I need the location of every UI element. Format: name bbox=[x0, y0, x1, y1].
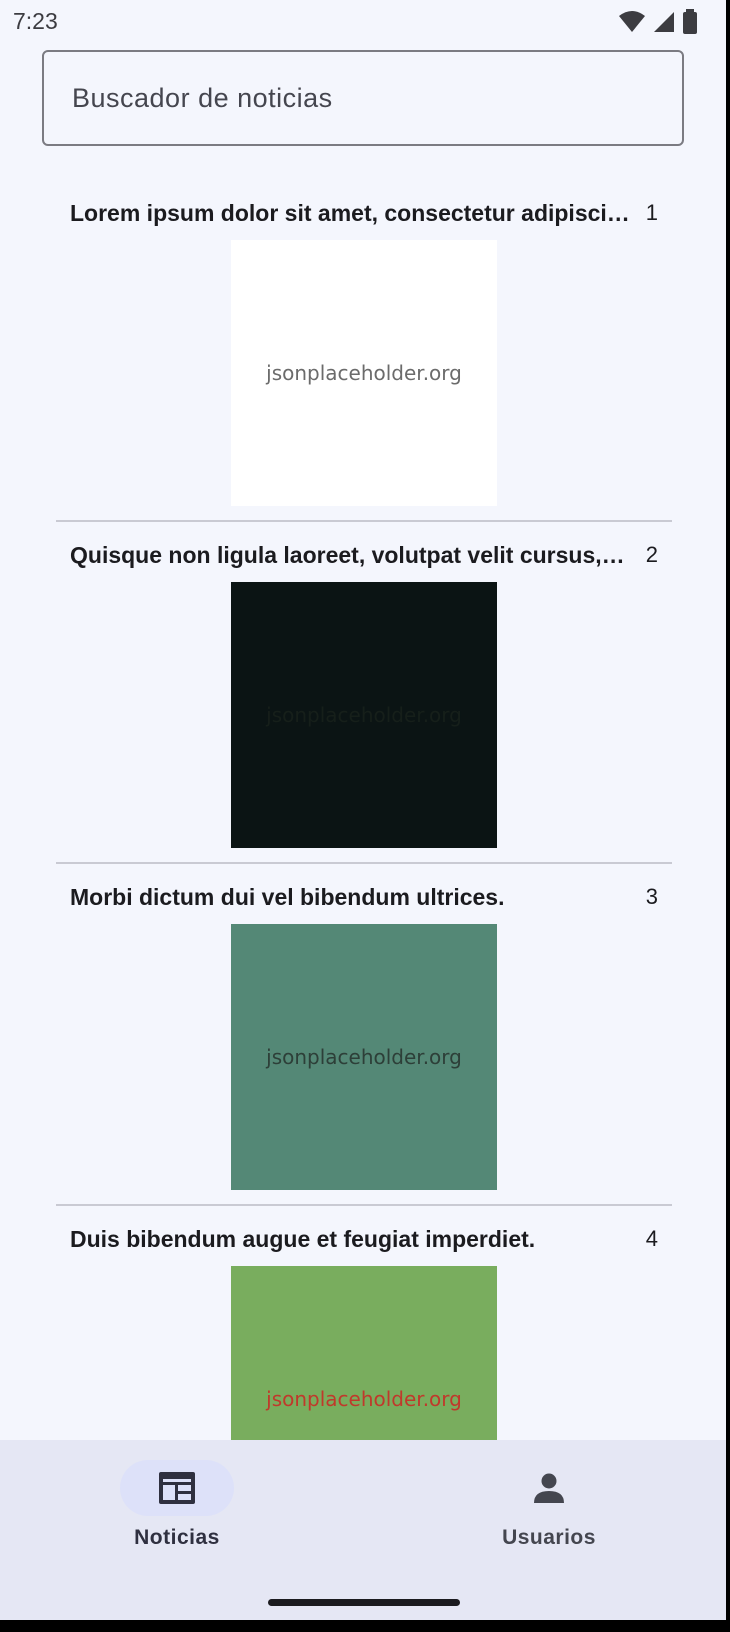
news-image[interactable]: jsonplaceholder.org bbox=[231, 924, 497, 1190]
search-input[interactable] bbox=[44, 52, 682, 144]
news-image-text: jsonplaceholder.org bbox=[266, 1045, 462, 1069]
nav-item-usuarios[interactable]: Usuarios bbox=[449, 1460, 649, 1550]
news-image[interactable]: jsonplaceholder.org bbox=[231, 582, 497, 848]
nav-label-usuarios: Usuarios bbox=[502, 1526, 596, 1549]
news-title: Quisque non ligula laoreet, volutpat vel… bbox=[70, 542, 630, 568]
nav-label-noticias: Noticias bbox=[134, 1526, 220, 1549]
news-image-text: jsonplaceholder.org bbox=[266, 1387, 462, 1411]
news-number: 2 bbox=[645, 542, 658, 567]
news-number: 3 bbox=[645, 884, 658, 909]
nav-pill-selected[interactable] bbox=[120, 1460, 234, 1516]
status-icons bbox=[618, 9, 698, 35]
wifi-icon bbox=[619, 11, 645, 32]
news-item[interactable]: Morbi dictum dui vel bibendum ultrices. … bbox=[56, 864, 672, 1206]
news-image-text: jsonplaceholder.org bbox=[266, 703, 462, 727]
home-indicator[interactable] bbox=[268, 1599, 460, 1606]
screen-right-edge bbox=[726, 0, 730, 1632]
status-bar: 7:23 bbox=[0, 0, 730, 44]
news-title: Duis bibendum augue et feugiat imperdiet… bbox=[70, 1226, 536, 1252]
news-item[interactable]: Quisque non ligula laoreet, volutpat vel… bbox=[56, 522, 672, 864]
signal-icon bbox=[654, 12, 674, 32]
bottom-navigation: Noticias Usuarios bbox=[0, 1440, 730, 1620]
news-image-text: jsonplaceholder.org bbox=[266, 361, 462, 385]
screen-bottom-edge bbox=[0, 1620, 730, 1632]
news-item[interactable]: Duis bibendum augue et feugiat imperdiet… bbox=[56, 1206, 672, 1440]
news-image[interactable]: jsonplaceholder.org bbox=[231, 240, 497, 506]
news-number: 1 bbox=[645, 200, 658, 225]
news-title: Lorem ipsum dolor sit amet, consectetur … bbox=[70, 200, 630, 226]
news-number: 4 bbox=[645, 1226, 658, 1251]
nav-pill[interactable] bbox=[492, 1460, 606, 1516]
newspaper-icon bbox=[159, 1472, 195, 1504]
person-icon bbox=[534, 1473, 564, 1503]
news-title: Morbi dictum dui vel bibendum ultrices. bbox=[70, 884, 505, 910]
battery-icon bbox=[683, 9, 697, 34]
status-time: 7:23 bbox=[13, 8, 58, 34]
news-feed[interactable]: Lorem ipsum dolor sit amet, consectetur … bbox=[56, 180, 672, 1440]
search-box[interactable] bbox=[42, 50, 684, 146]
nav-item-noticias[interactable]: Noticias bbox=[77, 1460, 277, 1550]
news-item[interactable]: Lorem ipsum dolor sit amet, consectetur … bbox=[56, 180, 672, 522]
news-image[interactable]: jsonplaceholder.org bbox=[231, 1266, 497, 1440]
